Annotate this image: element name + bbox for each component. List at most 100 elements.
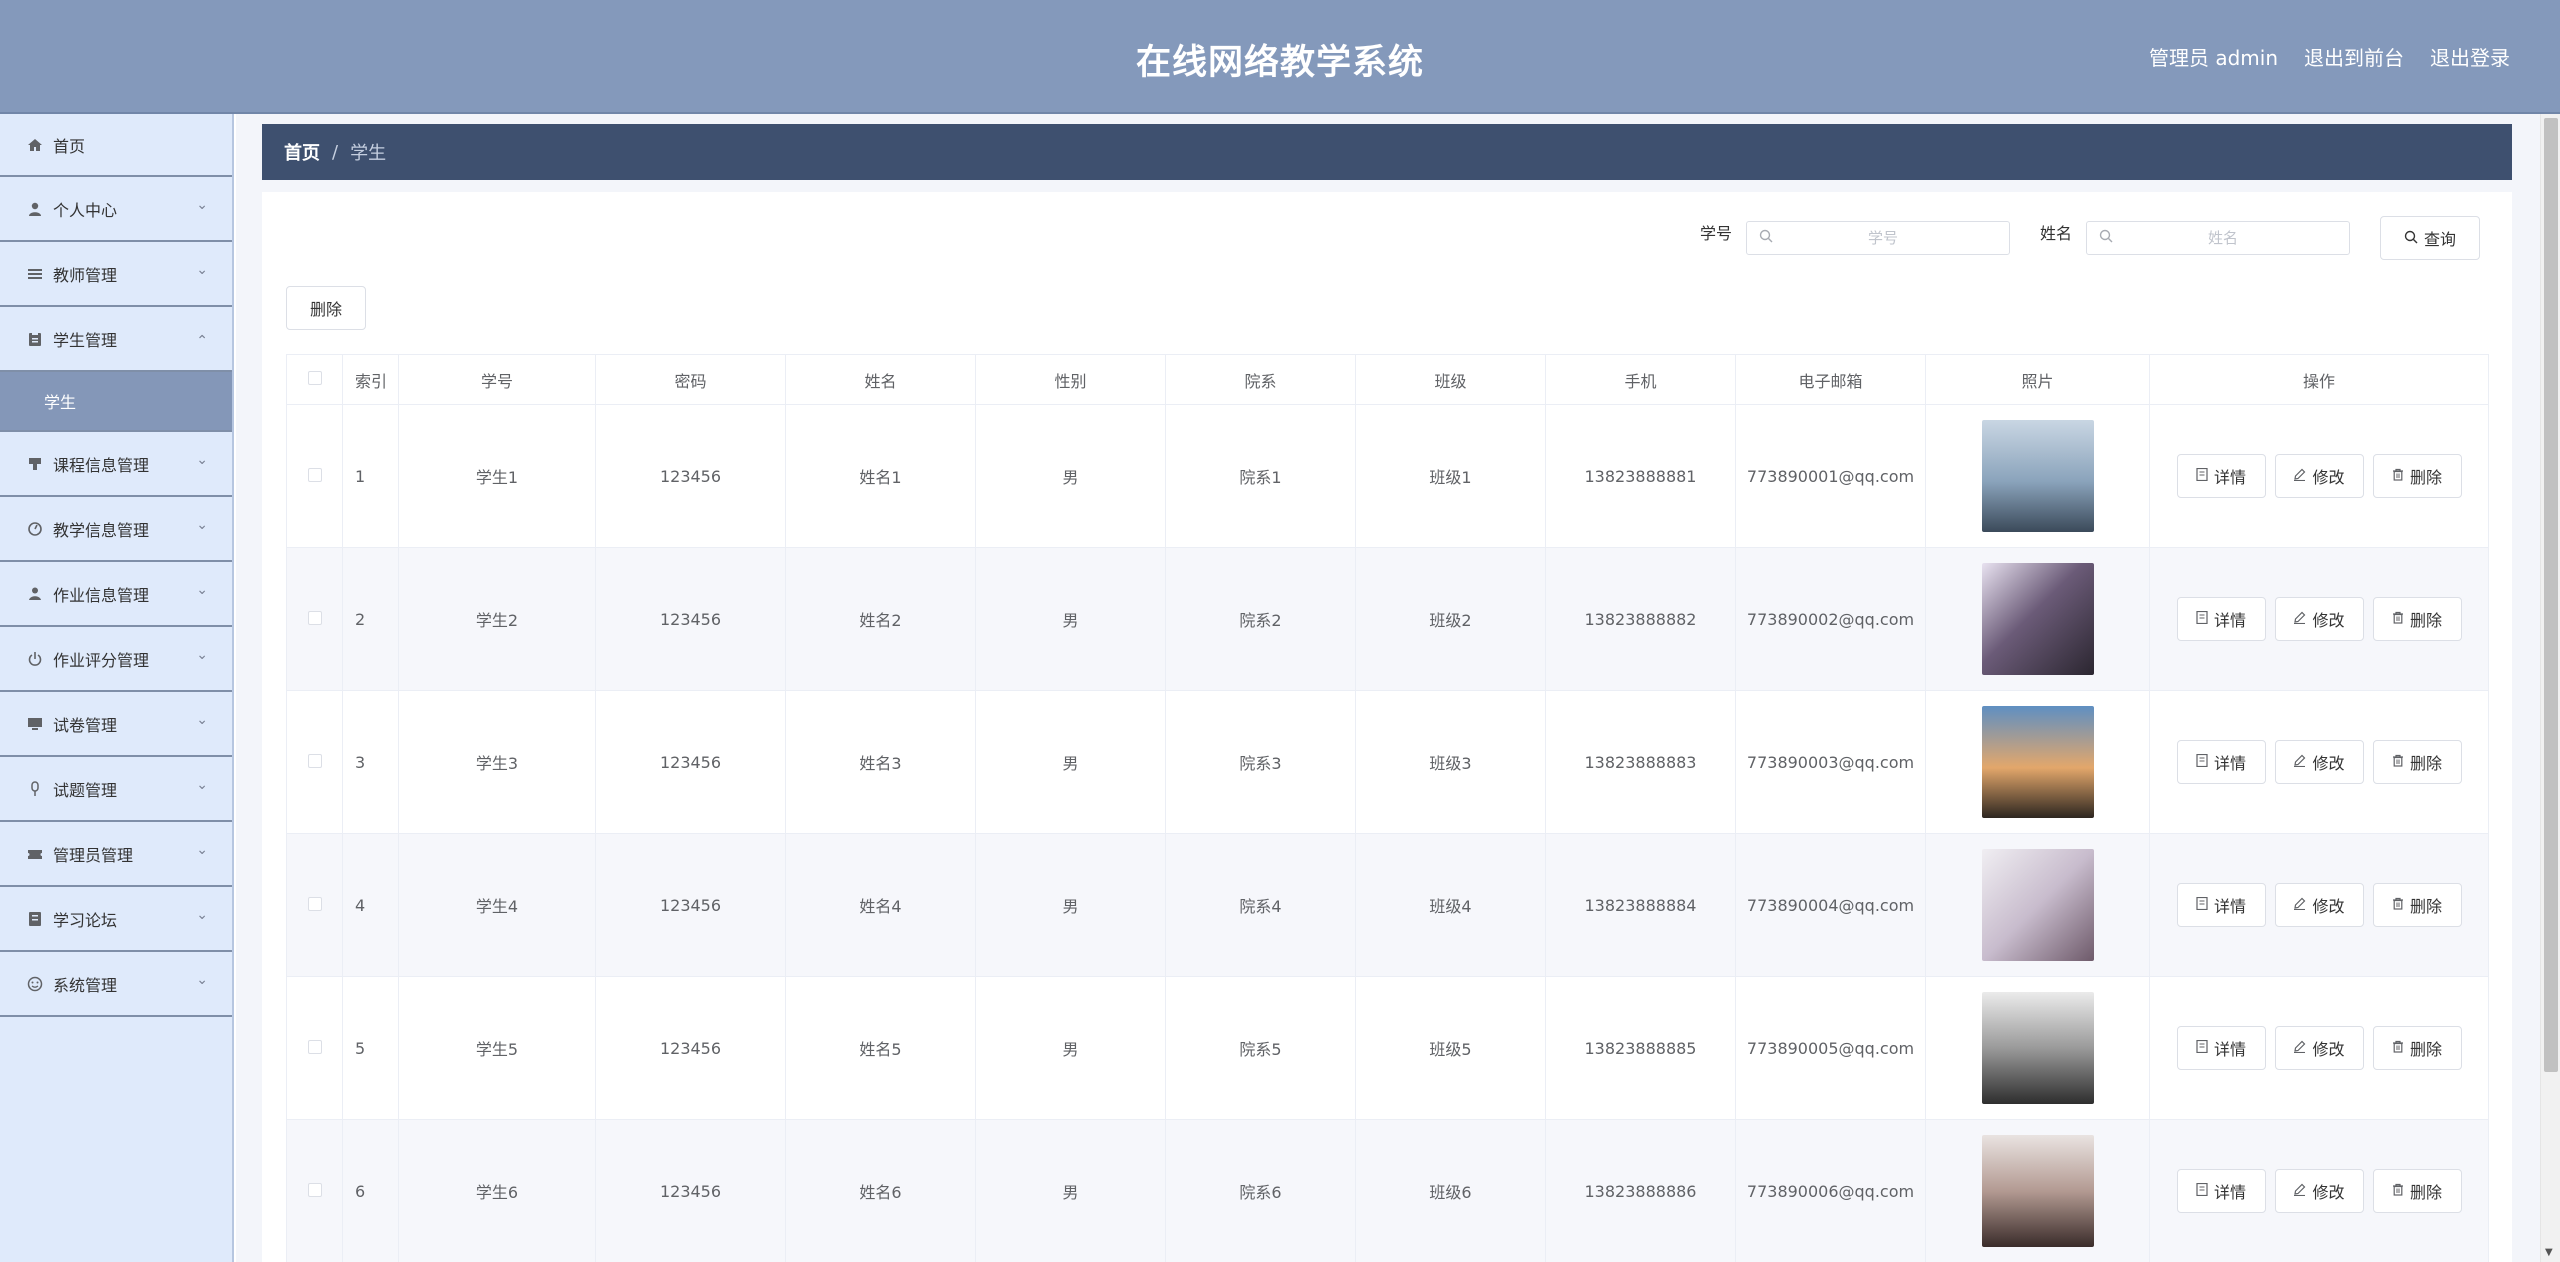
student-photo[interactable] bbox=[1981, 1135, 2094, 1247]
student-photo[interactable] bbox=[1981, 849, 2094, 961]
delete-button-label: 删除 bbox=[2409, 897, 2442, 916]
row-select-cell[interactable] bbox=[286, 404, 343, 548]
name-search-field[interactable] bbox=[2086, 221, 2350, 255]
edit-button[interactable]: 修改 bbox=[2274, 1026, 2364, 1070]
student-photo[interactable] bbox=[1981, 563, 2094, 675]
row-checkbox[interactable] bbox=[307, 1039, 322, 1054]
name-input[interactable] bbox=[2113, 229, 2333, 247]
clipboard-icon bbox=[27, 331, 43, 347]
edit-button-label: 修改 bbox=[2312, 1183, 2345, 1202]
mic-icon bbox=[27, 780, 43, 797]
chevron-down-icon: ⌄ bbox=[196, 712, 208, 728]
student-photo[interactable] bbox=[1981, 992, 2094, 1104]
sidebar-item-homework-info[interactable]: 作业信息管理 ⌄ bbox=[0, 562, 232, 627]
chevron-down-icon: ⌄ bbox=[196, 972, 208, 988]
page-scrollbar[interactable]: ▼ bbox=[2540, 114, 2560, 1262]
detail-button[interactable]: 详情 bbox=[2176, 740, 2266, 784]
sidebar-item-label: 系统管理 bbox=[53, 975, 118, 995]
scroll-down-arrow-icon[interactable]: ▼ bbox=[2545, 1247, 2553, 1258]
sidebar-item-forum[interactable]: 学习论坛 ⌄ bbox=[0, 887, 232, 952]
detail-button-label: 详情 bbox=[2213, 754, 2246, 773]
row-select-cell[interactable] bbox=[286, 690, 343, 834]
chevron-down-icon: ⌄ bbox=[196, 907, 208, 923]
table-row[interactable]: 2 学生2 123456 姓名2 男院系2 班级2 13823888882 773890002… bbox=[286, 547, 2489, 691]
row-delete-button[interactable]: 删除 bbox=[2372, 1169, 2462, 1213]
detail-button[interactable]: 详情 bbox=[2176, 454, 2266, 498]
class-cell: 班级4 bbox=[1355, 833, 1546, 977]
trash-icon bbox=[2392, 1183, 2404, 1200]
exit-front-link[interactable]: 退出到前台 bbox=[2304, 42, 2404, 71]
row-checkbox[interactable] bbox=[307, 467, 322, 482]
student-id-search-field[interactable] bbox=[1745, 221, 2010, 255]
phone-cell: 13823888885 bbox=[1545, 976, 1736, 1120]
student-id-input[interactable] bbox=[1772, 229, 1993, 247]
phone-cell: 13823888884 bbox=[1545, 833, 1736, 977]
table-row[interactable]: 4 学生4 123456 姓名4 男院系4 班级4 13823888884 773890004… bbox=[286, 833, 2489, 977]
row-delete-button[interactable]: 删除 bbox=[2372, 1026, 2462, 1070]
edit-button-label: 修改 bbox=[2312, 468, 2345, 487]
sidebar-item-system[interactable]: 系统管理 ⌄ bbox=[0, 952, 232, 1017]
row-select-cell[interactable] bbox=[286, 976, 343, 1120]
student-photo[interactable] bbox=[1981, 420, 2094, 532]
edit-button[interactable]: 修改 bbox=[2274, 597, 2364, 641]
sidebar-item-teachers[interactable]: 教师管理 ⌄ bbox=[0, 242, 232, 307]
row-checkbox[interactable] bbox=[307, 1182, 322, 1197]
select-all-checkbox[interactable] bbox=[307, 371, 322, 385]
row-checkbox[interactable] bbox=[307, 896, 322, 911]
detail-button[interactable]: 详情 bbox=[2176, 1169, 2266, 1213]
admin-label[interactable]: 管理员 admin bbox=[2149, 42, 2278, 71]
sidebar-item-course-info[interactable]: 课程信息管理 ⌄ bbox=[0, 432, 232, 497]
row-checkbox[interactable] bbox=[307, 610, 322, 625]
row-checkbox[interactable] bbox=[307, 753, 322, 768]
table-row[interactable]: 5 学生5 123456 姓名5 男院系5 班级5 13823888885 773890005… bbox=[286, 976, 2489, 1120]
detail-button[interactable]: 详情 bbox=[2176, 883, 2266, 927]
sidebar-subitem-student[interactable]: 学生 bbox=[0, 372, 232, 432]
breadcrumb-home[interactable]: 首页 bbox=[284, 139, 320, 165]
select-all-cell[interactable] bbox=[286, 354, 343, 405]
sidebar-item-homework-grading[interactable]: 作业评分管理 ⌄ bbox=[0, 627, 232, 692]
sidebar-item-teaching-info[interactable]: 教学信息管理 ⌄ bbox=[0, 497, 232, 562]
detail-button-label: 详情 bbox=[2213, 897, 2246, 916]
sidebar-item-questions[interactable]: 试题管理 ⌄ bbox=[0, 757, 232, 822]
detail-button[interactable]: 详情 bbox=[2176, 1026, 2266, 1070]
table-row[interactable]: 1 学生1 123456 姓名1 男院系1 班级1 13823888881 773890001… bbox=[286, 404, 2489, 548]
table-row[interactable]: 6 学生6 123456 姓名6 男院系6 班级6 13823888886 773890006… bbox=[286, 1119, 2489, 1262]
row-delete-button[interactable]: 删除 bbox=[2372, 597, 2462, 641]
gauge-icon bbox=[27, 521, 43, 537]
sidebar-item-admins[interactable]: 管理员管理 ⌄ bbox=[0, 822, 232, 887]
sidebar-item-label: 学习论坛 bbox=[53, 910, 118, 930]
delete-button-label: 删除 bbox=[2409, 754, 2442, 773]
column-header: 密码 bbox=[595, 354, 786, 405]
batch-delete-button[interactable]: 删除 bbox=[286, 286, 366, 330]
trash-icon bbox=[2392, 754, 2404, 771]
row-select-cell[interactable] bbox=[286, 547, 343, 691]
sidebar-item-home[interactable]: 首页 bbox=[0, 114, 232, 177]
student-table: 索引 学号 密码 姓名 性别 院系 班级 手机 电子邮箱 照片 操作 1 学生1 1… bbox=[286, 354, 2489, 1262]
edit-button-label: 修改 bbox=[2312, 1040, 2345, 1059]
edit-button[interactable]: 修改 bbox=[2274, 883, 2364, 927]
edit-button[interactable]: 修改 bbox=[2274, 740, 2364, 784]
index-cell: 2 bbox=[342, 547, 399, 691]
sidebar-item-exam-papers[interactable]: 试卷管理 ⌄ bbox=[0, 692, 232, 757]
row-delete-button[interactable]: 删除 bbox=[2372, 454, 2462, 498]
detail-button[interactable]: 详情 bbox=[2176, 597, 2266, 641]
department-cell: 院系2 bbox=[1165, 547, 1356, 691]
delete-button-label: 删除 bbox=[2409, 611, 2442, 630]
row-delete-button[interactable]: 删除 bbox=[2372, 883, 2462, 927]
sidebar-item-students[interactable]: 学生管理 ⌃ bbox=[0, 307, 232, 372]
logout-link[interactable]: 退出登录 bbox=[2430, 42, 2510, 71]
gender-cell: 男 bbox=[975, 547, 1166, 691]
student-photo[interactable] bbox=[1981, 706, 2094, 818]
edit-button[interactable]: 修改 bbox=[2274, 454, 2364, 498]
query-button[interactable]: 查询 bbox=[2380, 216, 2480, 260]
row-select-cell[interactable] bbox=[286, 833, 343, 977]
column-header: 学号 bbox=[398, 354, 596, 405]
scrollbar-thumb[interactable] bbox=[2544, 118, 2558, 1072]
sidebar-item-personal[interactable]: 个人中心 ⌄ bbox=[0, 177, 232, 242]
edit-button[interactable]: 修改 bbox=[2274, 1169, 2364, 1213]
trash-icon bbox=[2392, 1040, 2404, 1057]
table-row[interactable]: 3 学生3 123456 姓名3 男院系3 班级3 13823888883 773890003… bbox=[286, 690, 2489, 834]
row-delete-button[interactable]: 删除 bbox=[2372, 740, 2462, 784]
index-cell: 1 bbox=[342, 404, 399, 548]
row-select-cell[interactable] bbox=[286, 1119, 343, 1262]
